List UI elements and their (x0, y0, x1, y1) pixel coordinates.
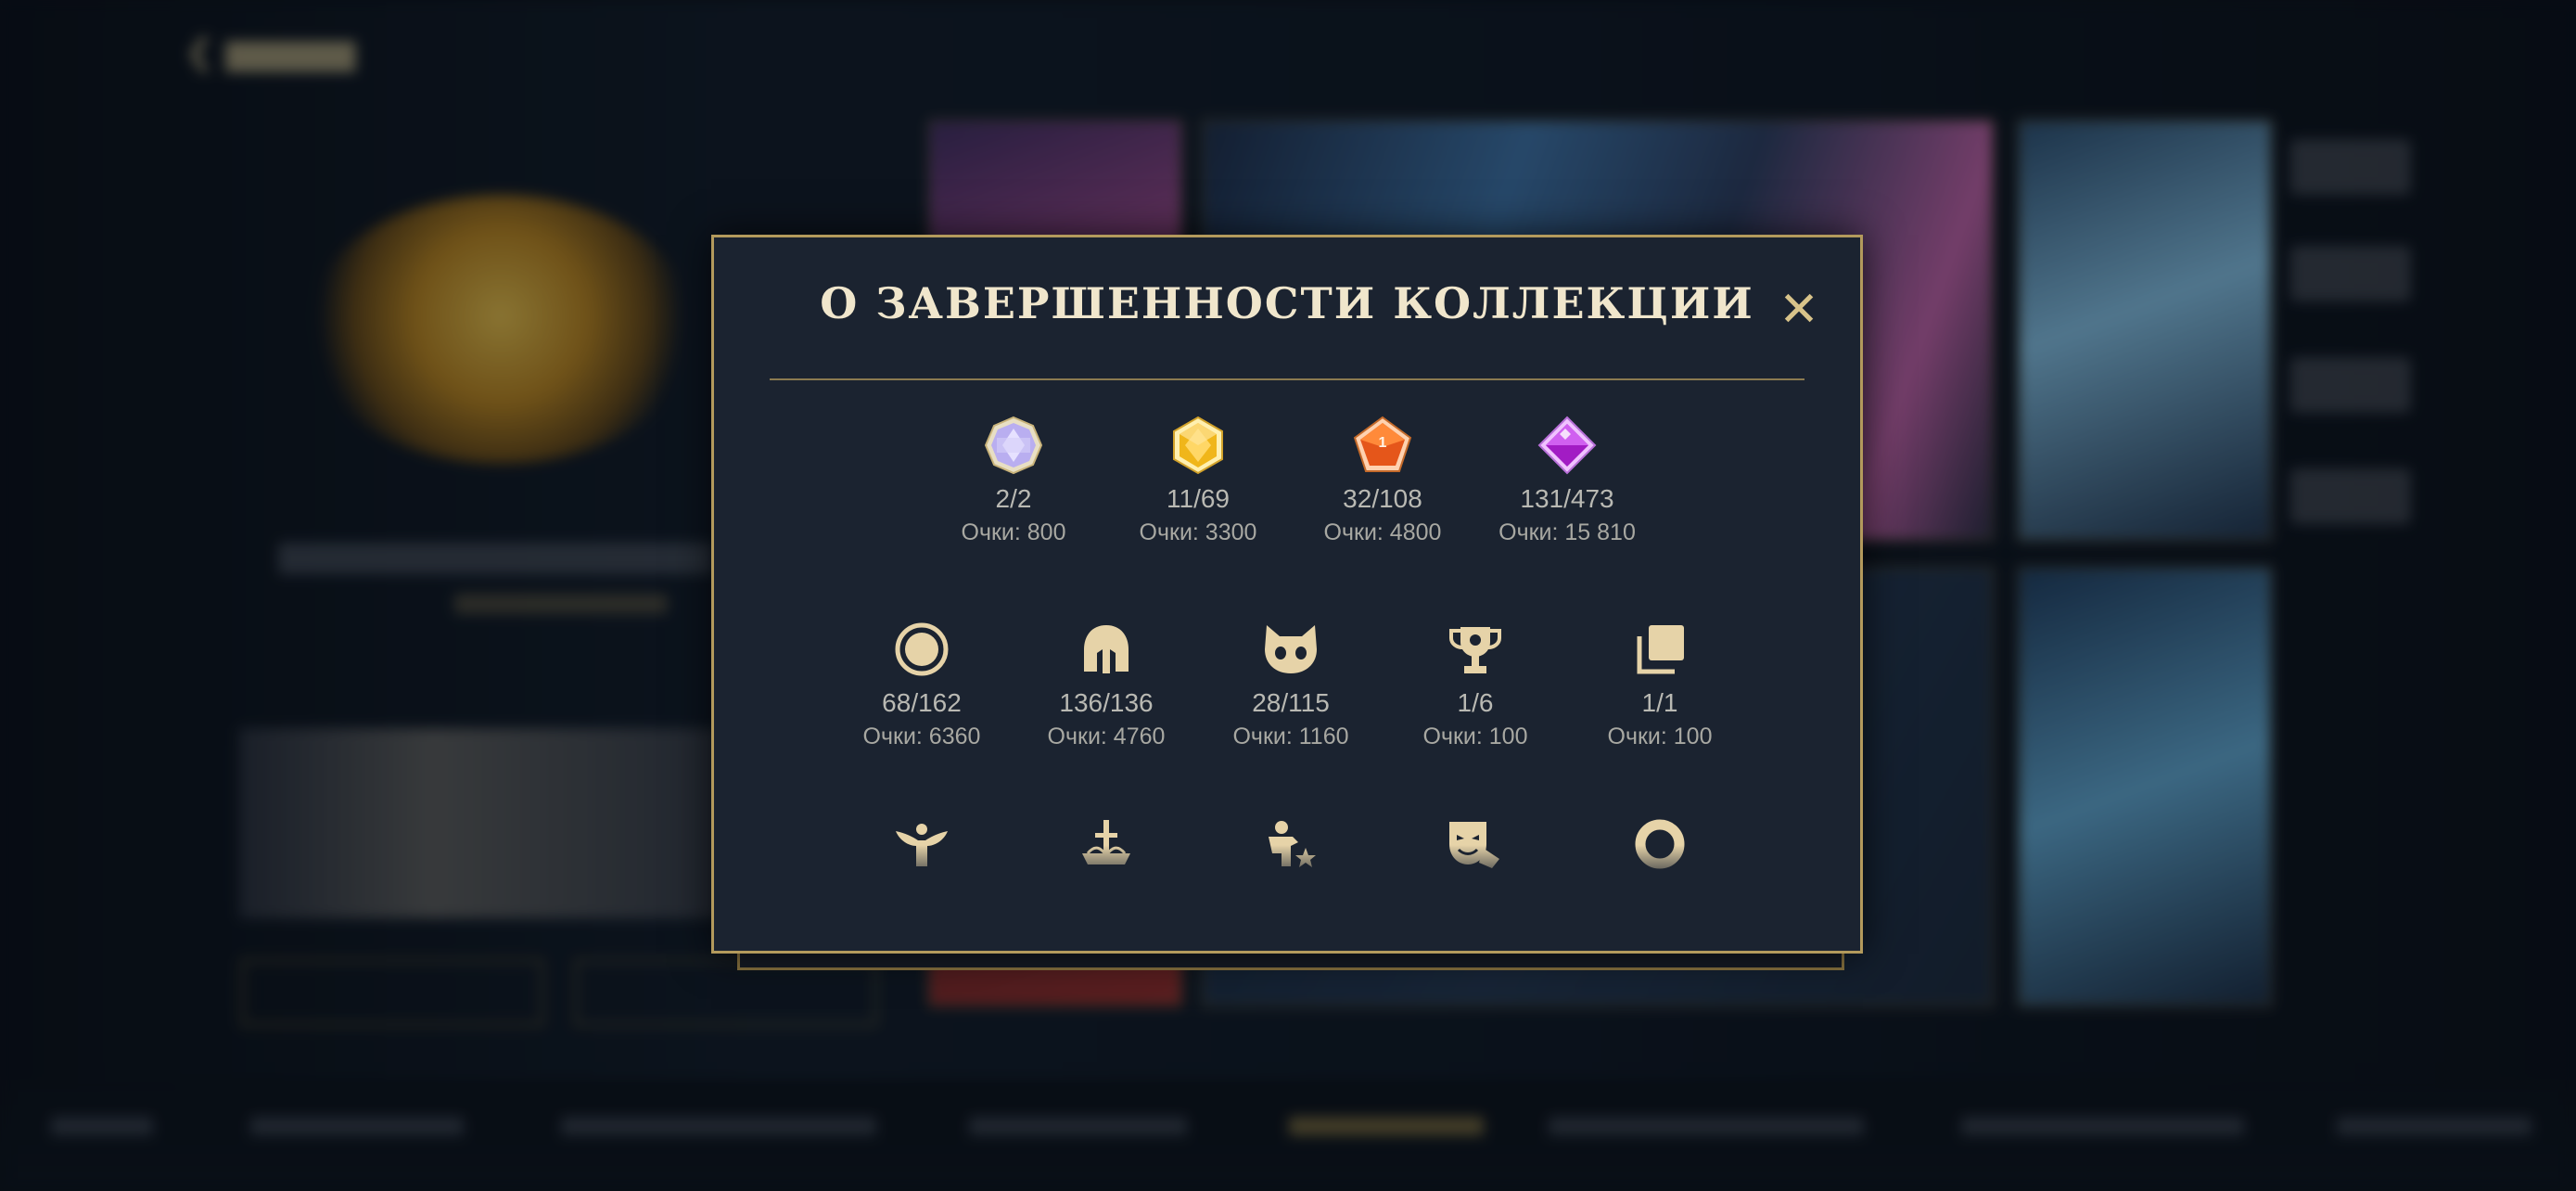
helmet-icon (1014, 618, 1199, 681)
category-count: 1/6 (1457, 688, 1494, 717)
category-points: Очки: 1160 (1232, 724, 1349, 749)
gold-gem-icon (1105, 414, 1291, 477)
gem-stat-prismatic: 2/2 Очки: 800 (921, 414, 1106, 546)
category-points: Очки: 100 (1607, 724, 1713, 749)
gem-points: Очки: 3300 (1139, 519, 1257, 545)
category-stat: 1/1 Очки: 100 (1567, 618, 1753, 750)
category-stat: 68/162 Очки: 6360 (829, 618, 1014, 750)
category-points: Очки: 6360 (862, 724, 981, 749)
gem-count: 11/69 (1167, 484, 1230, 513)
cat-face-icon (1198, 618, 1384, 681)
category-stat: 136/136 Очки: 4760 (1014, 618, 1199, 750)
title-divider (770, 378, 1804, 380)
stacked-cards-icon (1567, 618, 1753, 681)
orange-gem-icon: 1 (1290, 414, 1475, 477)
gem-count: 131/473 (1520, 484, 1614, 513)
category-count: 28/115 (1252, 688, 1330, 717)
gem-count: 2/2 (995, 484, 1032, 513)
prismatic-gem-icon (921, 414, 1106, 477)
scroll-fade (714, 845, 1860, 901)
category-stat: 28/115 Очки: 1160 (1198, 618, 1384, 750)
category-points: Очки: 100 (1422, 724, 1528, 749)
modal-title: О ЗАВЕРШЕННОСТИ КОЛЛЕКЦИИ (820, 278, 1754, 328)
category-count: 1/1 (1641, 688, 1678, 717)
circle-icon (829, 618, 1014, 681)
modal-bottom-edge (737, 953, 1844, 970)
category-count: 136/136 (1059, 688, 1154, 717)
collection-completion-modal: О ЗАВЕРШЕННОСТИ КОЛЛЕКЦИИ ✕ 2/2 Очки: 80… (711, 235, 1863, 954)
gem-stat-gold: 11/69 Очки: 3300 (1105, 414, 1291, 546)
close-button[interactable]: ✕ (1771, 282, 1827, 338)
gem-points: Очки: 800 (961, 519, 1066, 545)
gem-stat-purple: 131/473 Очки: 15 810 (1474, 414, 1660, 546)
purple-gem-icon (1474, 414, 1660, 477)
gem-points: Очки: 4800 (1323, 519, 1442, 545)
gem-stat-orange: 1 32/108 Очки: 4800 (1290, 414, 1475, 546)
gem-count: 32/108 (1343, 484, 1422, 513)
gem-points: Очки: 15 810 (1498, 519, 1636, 545)
category-stat: 1/6 Очки: 100 (1383, 618, 1568, 750)
category-points: Очки: 4760 (1047, 724, 1166, 749)
category-count: 68/162 (882, 688, 962, 717)
svg-text:1: 1 (1379, 435, 1387, 451)
trophy-icon (1383, 618, 1568, 681)
